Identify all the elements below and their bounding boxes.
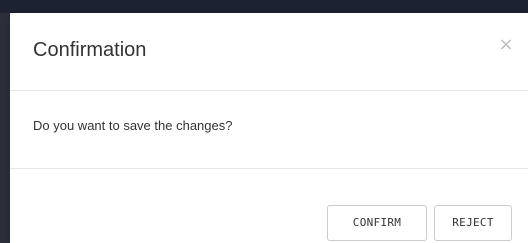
reject-button[interactable]: REJECT xyxy=(434,205,512,241)
dialog-footer: CONFIRM REJECT xyxy=(10,169,528,243)
confirm-button[interactable]: CONFIRM xyxy=(327,205,427,241)
confirmation-dialog: Confirmation × Do you want to save the c… xyxy=(10,13,528,243)
close-icon[interactable]: × xyxy=(496,35,516,55)
dialog-title: Confirmation xyxy=(33,39,147,61)
dialog-body: Do you want to save the changes? xyxy=(10,91,528,169)
dialog-header: Confirmation × xyxy=(10,13,528,91)
backdrop-left xyxy=(0,13,10,243)
dialog-message: Do you want to save the changes? xyxy=(33,118,233,133)
backdrop-strip xyxy=(0,0,528,13)
